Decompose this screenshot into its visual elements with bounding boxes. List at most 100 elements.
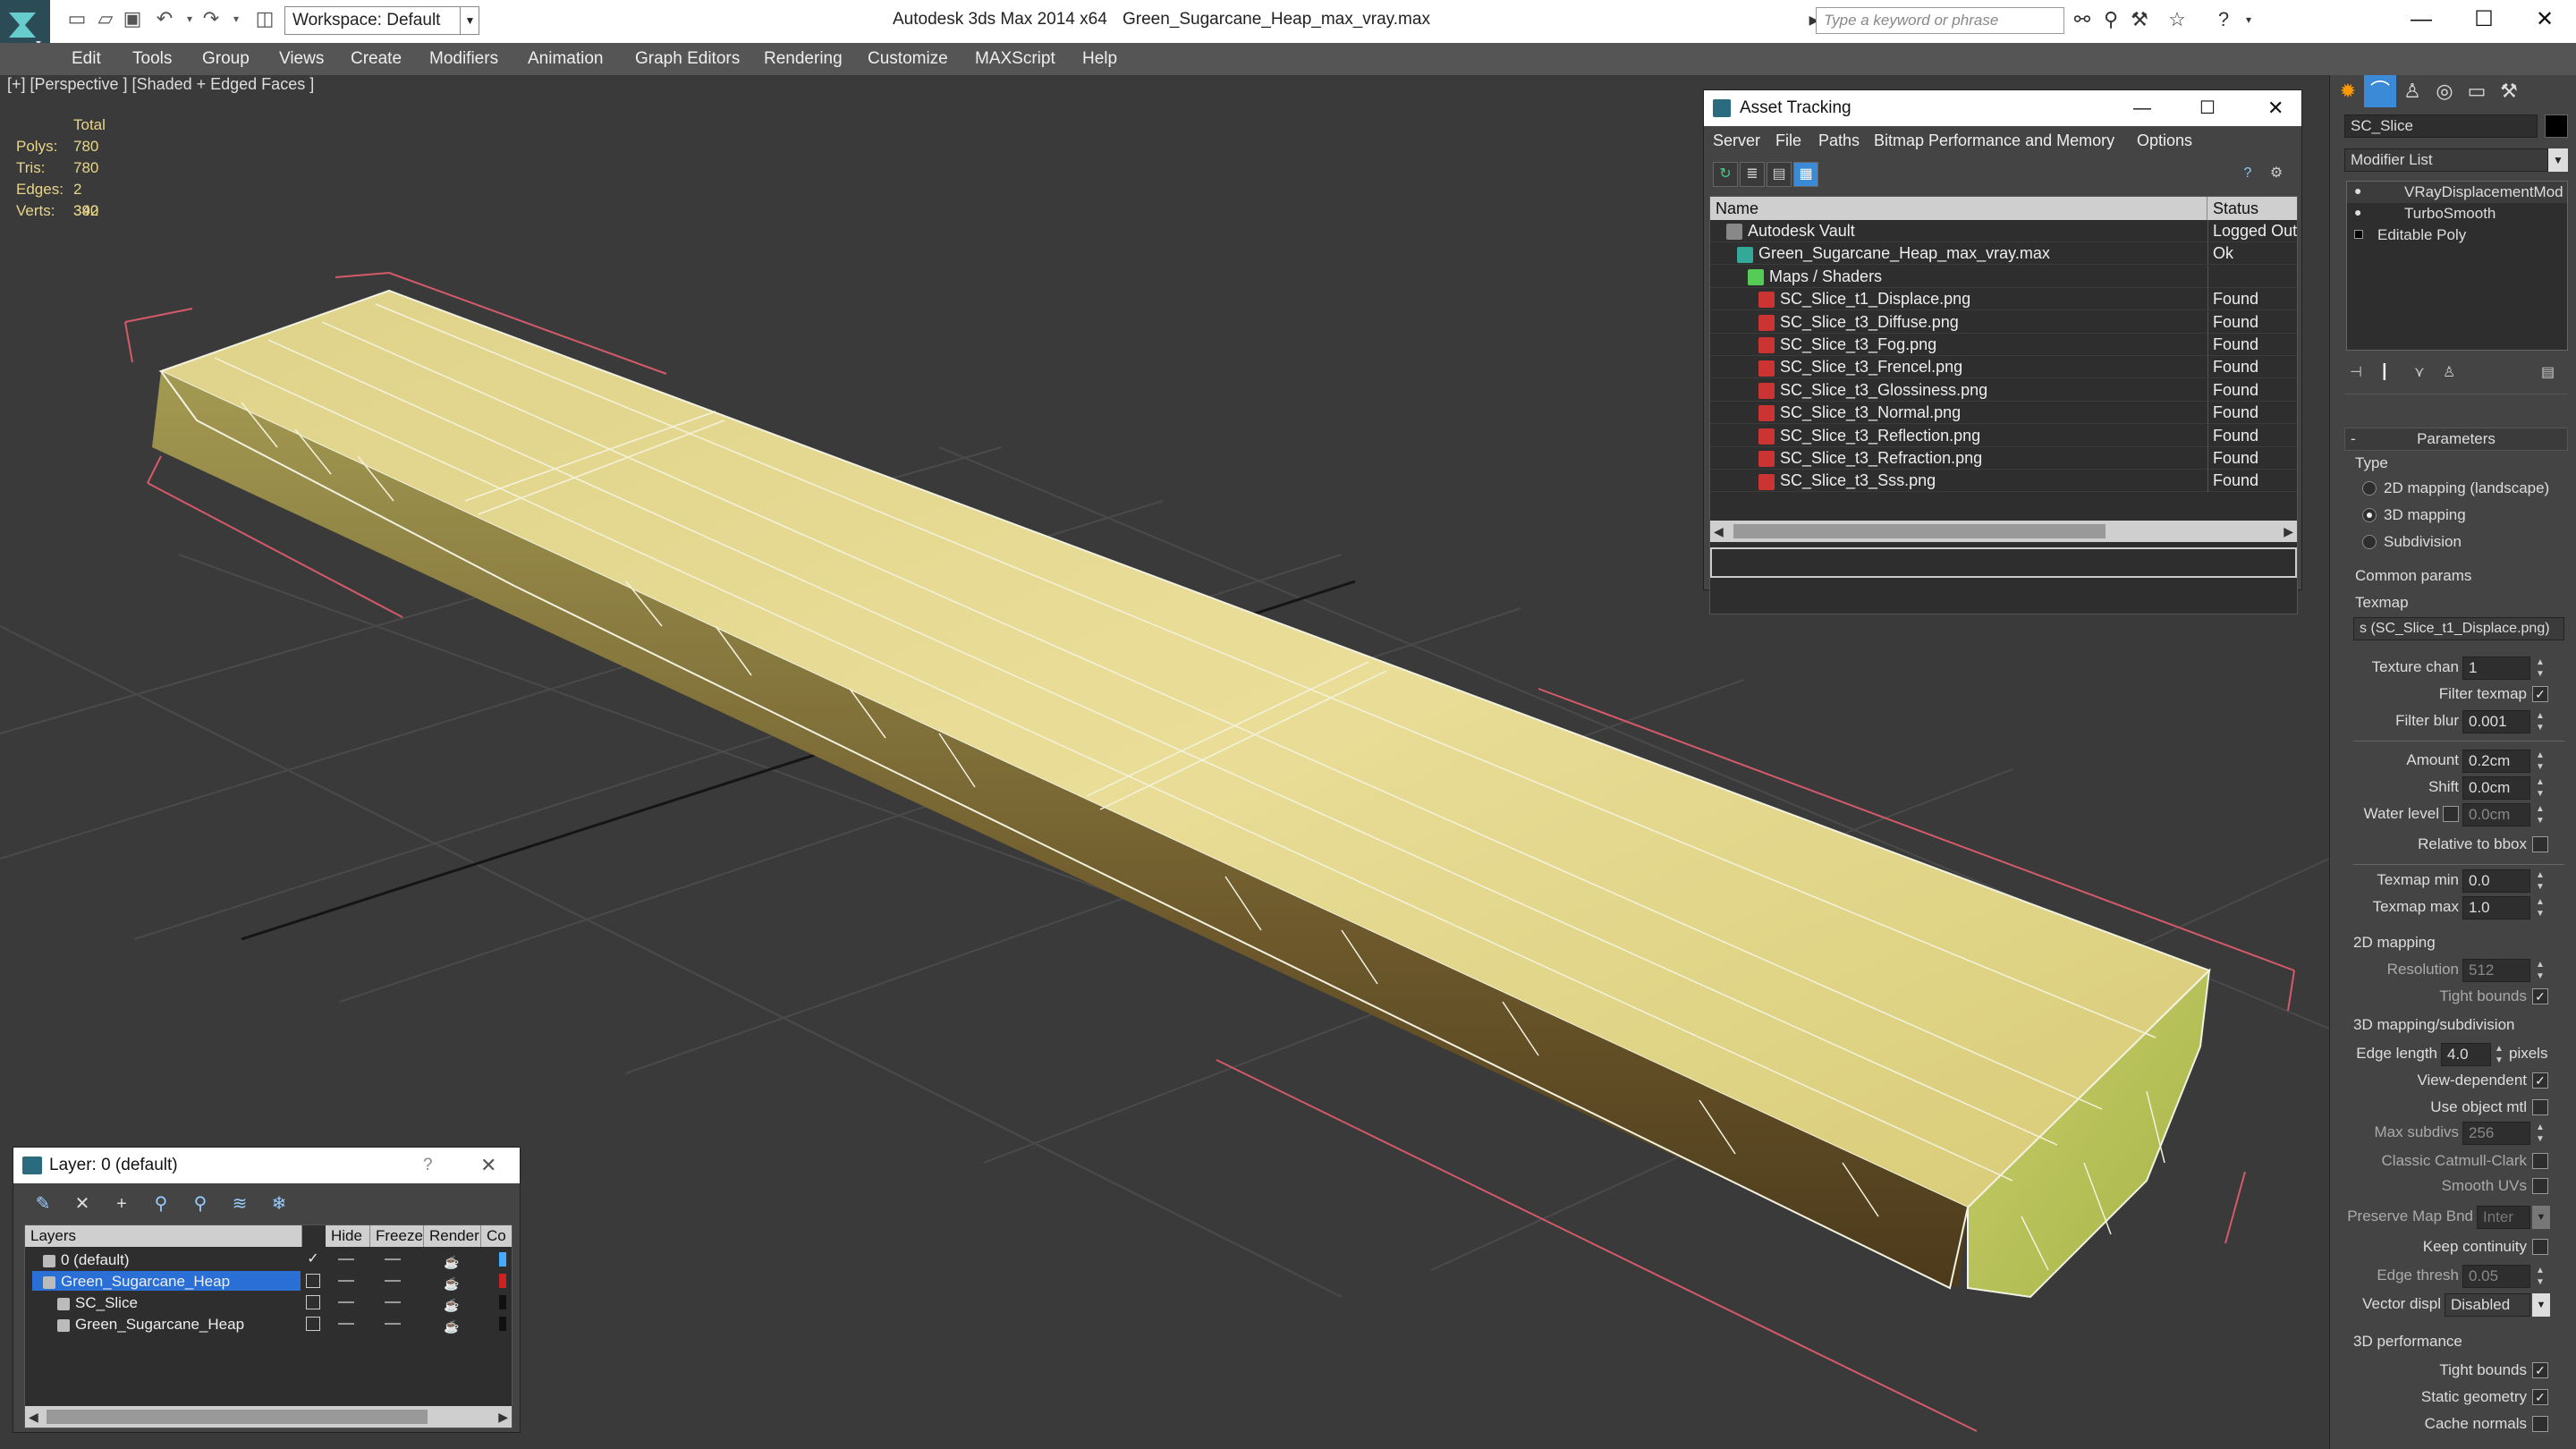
list-view-icon[interactable]: ≣ bbox=[1740, 162, 1765, 187]
remove-modifier-icon[interactable]: ♙ bbox=[2443, 363, 2455, 381]
asset-row[interactable]: SC_Slice_t3_Normal.png Found bbox=[1710, 402, 2297, 425]
asset-path-field[interactable] bbox=[1710, 547, 2297, 578]
filter-texmap-checkbox[interactable]: ✓ bbox=[2532, 686, 2548, 702]
layer-name-cell[interactable]: Green_Sugarcane_Heap bbox=[47, 1314, 301, 1334]
menu-rendering[interactable]: Rendering bbox=[764, 43, 843, 75]
set-active-checkbox[interactable] bbox=[306, 1295, 320, 1309]
radio-3d-mapping-label[interactable]: 3D mapping bbox=[2384, 504, 2466, 526]
radio-subdivision-label[interactable]: Subdivision bbox=[2384, 531, 2462, 553]
utilities-tab-icon[interactable]: ⚒ bbox=[2493, 75, 2525, 107]
vector-displ-dropdown[interactable]: Disabled bbox=[2445, 1293, 2530, 1317]
menu-create[interactable]: Create bbox=[351, 43, 402, 75]
hide-toggle[interactable] bbox=[338, 1280, 354, 1282]
close-icon[interactable]: ✕ bbox=[480, 1148, 496, 1183]
create-layer-icon[interactable]: ✎ bbox=[31, 1192, 55, 1216]
spinner-icon[interactable]: ▲ ▼ bbox=[2534, 869, 2546, 893]
layer-row[interactable]: SC_Slice ☕ bbox=[25, 1292, 512, 1313]
asset-row[interactable]: SC_Slice_t1_Displace.png Found bbox=[1710, 288, 2297, 311]
add-to-layer-icon[interactable]: + bbox=[110, 1192, 133, 1216]
spinner-icon[interactable]: ▲ ▼ bbox=[2493, 1043, 2505, 1066]
project-folder-icon[interactable]: ◫ bbox=[252, 5, 277, 32]
lightbulb-icon[interactable]: ● bbox=[2354, 205, 2361, 219]
chevron-down-icon[interactable]: ▼ bbox=[2532, 1206, 2550, 1229]
minimize-icon[interactable]: — bbox=[2133, 90, 2151, 126]
settings-help-icon[interactable]: ⚙ bbox=[2264, 162, 2289, 187]
workspace-dropdown[interactable]: Workspace: Default bbox=[284, 6, 479, 35]
freeze-toggle[interactable] bbox=[385, 1323, 401, 1325]
menu-maxscript[interactable]: MAXScript bbox=[975, 43, 1055, 75]
column-header-layers[interactable]: Layers bbox=[25, 1225, 302, 1247]
layer-row[interactable]: Green_Sugarcane_Heap ☕ bbox=[25, 1270, 512, 1292]
freeze-toggle[interactable] bbox=[385, 1280, 401, 1282]
close-icon[interactable]: ✕ bbox=[2267, 90, 2284, 126]
minimize-icon[interactable]: — bbox=[2390, 0, 2453, 39]
spinner-icon[interactable]: ▲ ▼ bbox=[2534, 750, 2546, 773]
menu-tools[interactable]: Tools bbox=[132, 43, 172, 75]
redo-dropdown-icon[interactable]: ▾ bbox=[224, 5, 249, 32]
highlight-layer-icon[interactable]: ⚲ bbox=[189, 1192, 212, 1216]
radio-2d-mapping-label[interactable]: 2D mapping (landscape) bbox=[2384, 478, 2549, 499]
texture-chan-input[interactable]: 1 bbox=[2462, 657, 2530, 680]
object-name-field[interactable]: SC_Slice bbox=[2344, 114, 2538, 138]
view-dependent-checkbox[interactable]: ✓ bbox=[2532, 1072, 2548, 1089]
asset-row[interactable]: SC_Slice_t3_Refraction.png Found bbox=[1710, 447, 2297, 470]
layer-name-cell[interactable]: SC_Slice bbox=[47, 1292, 301, 1312]
create-tab-icon[interactable]: ✹ bbox=[2332, 75, 2364, 107]
static-geometry-checkbox[interactable]: ✓ bbox=[2532, 1389, 2548, 1405]
spinner-icon[interactable]: ▲ ▼ bbox=[2534, 776, 2546, 800]
layer-color-swatch[interactable] bbox=[499, 1252, 506, 1267]
stack-item-editable-poly[interactable]: Editable Poly bbox=[2347, 225, 2567, 246]
thumbnail-view-icon[interactable]: ▤ bbox=[1767, 162, 1792, 187]
menu-modifiers[interactable]: Modifiers bbox=[429, 43, 498, 75]
chevron-down-icon[interactable]: ▼ bbox=[2532, 1293, 2550, 1317]
column-header-hide[interactable]: Hide bbox=[326, 1225, 370, 1247]
menu-edit[interactable]: Edit bbox=[72, 43, 101, 75]
radio-3d-mapping[interactable] bbox=[2362, 508, 2377, 522]
cache-normals-checkbox[interactable] bbox=[2532, 1416, 2548, 1432]
layer-row[interactable]: Green_Sugarcane_Heap ☕ bbox=[25, 1313, 512, 1335]
lightbulb-icon[interactable]: ● bbox=[2354, 183, 2361, 198]
open-file-icon[interactable]: ▱ bbox=[93, 5, 118, 32]
display-tab-icon[interactable]: ▭ bbox=[2461, 75, 2493, 107]
smooth-uvs-checkbox[interactable] bbox=[2532, 1178, 2548, 1194]
scroll-right-icon[interactable]: ▶ bbox=[2284, 521, 2293, 542]
asset-row[interactable]: SC_Slice_t3_Glossiness.png Found bbox=[1710, 378, 2297, 402]
texmap-min-input[interactable]: 0.0 bbox=[2462, 869, 2530, 893]
search-input[interactable]: Type a keyword or phrase bbox=[1816, 7, 2064, 34]
menu-animation[interactable]: Animation bbox=[528, 43, 604, 75]
hide-toggle[interactable] bbox=[338, 1323, 354, 1325]
menu-views[interactable]: Views bbox=[279, 43, 324, 75]
layer-color-swatch[interactable] bbox=[499, 1295, 506, 1309]
use-object-mtl-checkbox[interactable] bbox=[2532, 1099, 2548, 1115]
column-header-status[interactable]: Status bbox=[2207, 197, 2297, 220]
chevron-down-icon[interactable]: ▼ bbox=[460, 6, 479, 35]
close-icon[interactable]: ✕ bbox=[2513, 0, 2576, 39]
water-level-input[interactable]: 0.0cm bbox=[2462, 803, 2530, 826]
communication-icon[interactable]: ⚒ bbox=[2127, 7, 2152, 32]
asset-row[interactable]: SC_Slice_t3_Sss.png Found bbox=[1710, 470, 2297, 493]
help-icon[interactable]: ? bbox=[423, 1148, 433, 1183]
asset-row[interactable]: Autodesk Vault Logged Out bbox=[1710, 220, 2297, 242]
chevron-down-icon[interactable]: ▼ bbox=[2548, 148, 2568, 172]
horizontal-scrollbar[interactable]: ◀ ▶ bbox=[25, 1406, 512, 1428]
classic-catmull-clark-checkbox[interactable] bbox=[2532, 1153, 2548, 1169]
help-icon[interactable]: ? bbox=[2235, 162, 2260, 187]
menu-group[interactable]: Group bbox=[202, 43, 250, 75]
spinner-icon[interactable]: ▲ ▼ bbox=[2534, 896, 2546, 919]
motion-tab-icon[interactable]: ◎ bbox=[2428, 75, 2461, 107]
new-file-icon[interactable]: ▭ bbox=[64, 5, 89, 32]
refresh-icon[interactable]: ↻ bbox=[1713, 162, 1738, 187]
render-teapot-icon[interactable]: ☕ bbox=[444, 1316, 459, 1337]
configure-sets-icon[interactable]: ▤ bbox=[2541, 363, 2555, 381]
active-layer-check-icon[interactable]: ✓ bbox=[306, 1252, 320, 1267]
amount-input[interactable]: 0.2cm bbox=[2462, 750, 2530, 773]
spinner-icon[interactable]: ▲ ▼ bbox=[2534, 710, 2546, 733]
subscription-icon[interactable]: ⚲ bbox=[2098, 7, 2123, 32]
freeze-toggle[interactable] bbox=[385, 1258, 401, 1260]
delete-layer-icon[interactable]: ✕ bbox=[71, 1192, 94, 1216]
scrollbar-thumb[interactable] bbox=[1733, 524, 2106, 538]
layer-color-swatch[interactable] bbox=[499, 1317, 506, 1331]
menu-help[interactable]: Help bbox=[1082, 43, 1117, 75]
table-view-icon[interactable]: ▦ bbox=[1793, 162, 1818, 187]
undo-icon[interactable]: ↶ bbox=[152, 5, 177, 32]
